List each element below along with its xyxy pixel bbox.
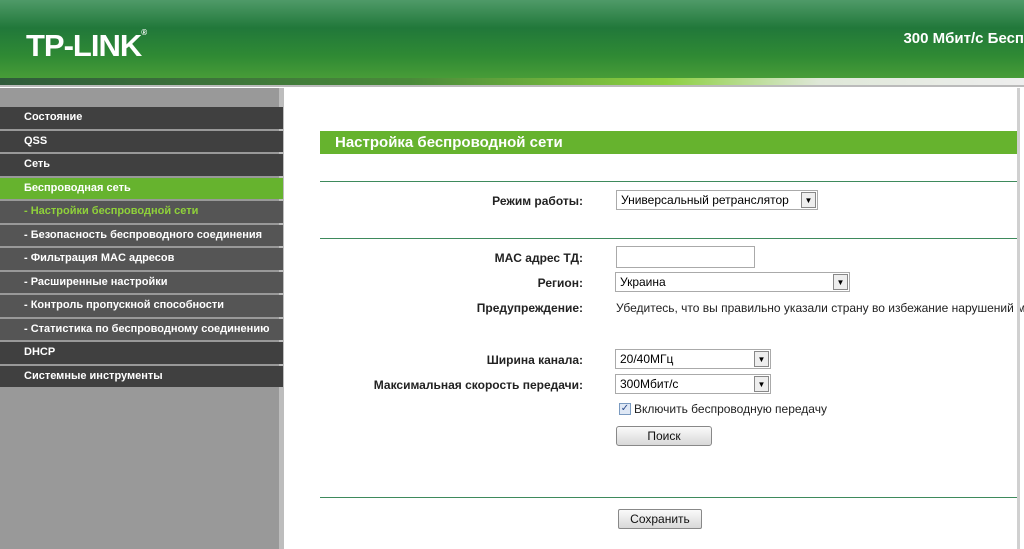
mode-value: Универсальный ретранслятор xyxy=(621,193,789,207)
logo-text: TP-LINK xyxy=(26,28,142,63)
model-title: 300 Мбит/с Бесп xyxy=(903,30,1024,47)
mac-label: MAC адрес ТД: xyxy=(494,251,583,265)
sidebar-item[interactable]: - Настройки беспроводной сети xyxy=(0,201,283,223)
sidebar-item[interactable]: QSS xyxy=(0,130,283,152)
enable-wireless-checkbox[interactable]: ✓ xyxy=(619,403,631,415)
header: TP-LINK® 300 Мбит/с Бесп xyxy=(0,0,1024,80)
sidebar-item[interactable]: Сеть xyxy=(0,154,283,176)
warning-label: Предупреждение: xyxy=(476,301,583,315)
sidebar-item[interactable]: Системные инструменты xyxy=(0,365,283,387)
frame-edge xyxy=(1017,88,1020,549)
warning-text: Убедитесь, что вы правильно указали стра… xyxy=(616,301,1024,315)
sidebar: Состояние QSS Сеть Беспроводная сеть - Настр… xyxy=(0,88,284,549)
enable-wireless-row: ✓ Включить беспроводную передачу xyxy=(619,402,827,416)
chevron-down-icon: ▼ xyxy=(801,192,816,208)
channel-width-value: 20/40МГц xyxy=(620,352,674,366)
chevron-down-icon: ▼ xyxy=(754,376,769,392)
sidebar-item[interactable]: - Статистика по беспроводному соединению xyxy=(0,318,283,340)
divider xyxy=(320,181,1020,182)
mac-input[interactable] xyxy=(616,246,755,268)
divider xyxy=(320,497,1020,498)
search-button[interactable]: Поиск xyxy=(616,426,712,446)
chevron-down-icon: ▼ xyxy=(833,274,848,290)
mode-select[interactable]: Универсальный ретранслятор ▼ xyxy=(616,190,818,210)
enable-wireless-label: Включить беспроводную передачу xyxy=(634,402,827,416)
chevron-down-icon: ▼ xyxy=(754,351,769,367)
sidebar-item[interactable]: DHCP xyxy=(0,342,283,364)
tp-link-logo: TP-LINK® xyxy=(26,28,147,63)
divider xyxy=(320,238,1020,239)
channel-width-label: Ширина канала: xyxy=(486,353,583,367)
channel-width-select[interactable]: 20/40МГц ▼ xyxy=(615,349,771,369)
sidebar-item[interactable]: Беспроводная сеть xyxy=(0,177,283,199)
region-label: Регион: xyxy=(537,276,583,290)
header-stripe xyxy=(0,78,1024,87)
sidebar-item[interactable]: - Контроль пропускной способности xyxy=(0,295,283,317)
mode-label: Режим работы: xyxy=(492,194,583,208)
sidebar-item[interactable]: - Расширенные настройки xyxy=(0,271,283,293)
main-content: Настройка беспроводной сети Режим работы… xyxy=(288,88,1024,549)
max-rate-label: Максимальная скорость передачи: xyxy=(373,378,583,392)
sidebar-item[interactable]: - Фильтрация MAC адресов xyxy=(0,248,283,270)
save-button[interactable]: Сохранить xyxy=(618,509,702,529)
region-select[interactable]: Украина ▼ xyxy=(615,272,850,292)
region-value: Украина xyxy=(620,275,666,289)
max-rate-value: 300Мбит/с xyxy=(620,377,679,391)
max-rate-select[interactable]: 300Мбит/с ▼ xyxy=(615,374,771,394)
sidebar-item[interactable]: Состояние xyxy=(0,107,283,129)
sidebar-item[interactable]: - Безопасность беспроводного соединения xyxy=(0,224,283,246)
page-title: Настройка беспроводной сети xyxy=(320,131,1020,154)
